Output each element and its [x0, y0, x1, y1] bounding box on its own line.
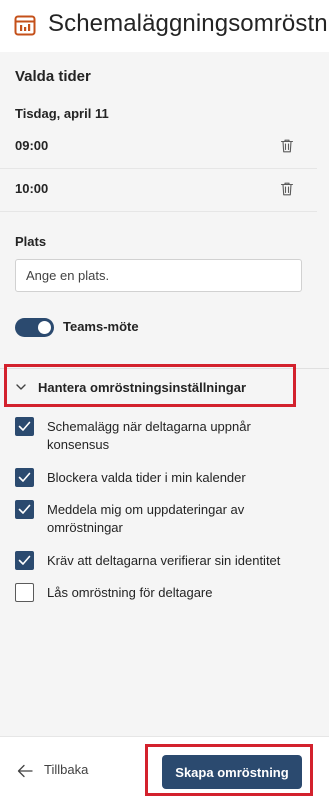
checkbox[interactable] [15, 468, 34, 487]
checkbox-block-calendar[interactable]: Blockera valda tider i min kalender [15, 468, 315, 488]
time-label: 09:00 [15, 138, 49, 153]
checkbox-lock-poll[interactable]: Lås omröstning för deltagare [15, 583, 315, 603]
settings-accordion-header[interactable]: Hantera omröstningsinställningar [6, 370, 295, 405]
trash-icon[interactable] [279, 138, 295, 154]
checkbox-label: Schemalägg när deltagarna uppnår konsens… [47, 419, 251, 452]
teams-meeting-label: Teams-möte [63, 319, 139, 334]
trash-icon[interactable] [279, 181, 295, 197]
create-poll-button[interactable]: Skapa omröstning [162, 755, 302, 789]
checkbox[interactable] [15, 500, 34, 519]
location-label: Plats [15, 234, 47, 249]
chevron-down-icon [16, 384, 26, 390]
poll-form: Valda tider Tisdag, april 11 09:00 10:00… [0, 52, 329, 736]
section-divider [0, 368, 329, 369]
settings-accordion-label: Hantera omröstningsinställningar [38, 380, 247, 395]
checkbox-verify-identity[interactable]: Kräv att deltagarna verifierar sin ident… [15, 551, 315, 571]
checkbox-label: Blockera valda tider i min kalender [47, 470, 246, 485]
poll-calendar-icon [14, 15, 36, 36]
app-title: Schemaläggningsomröstning [48, 10, 329, 37]
checkmark-icon [18, 555, 31, 565]
time-label: 10:00 [15, 181, 49, 196]
checkbox[interactable] [15, 583, 34, 602]
checkmark-icon [18, 472, 31, 482]
checkbox[interactable] [15, 551, 34, 570]
checkbox-schedule-on-consensus[interactable]: Schemalägg när deltagarna uppnår konsens… [15, 417, 315, 453]
checkbox-label: Lås omröstning för deltagare [47, 585, 213, 600]
time-row: 09:00 [0, 126, 317, 168]
checkbox-notify-updates[interactable]: Meddela mig om uppdateringar av omröstni… [15, 500, 315, 536]
date-label: Tisdag, april 11 [15, 106, 109, 121]
header: Schemaläggningsomröstning [0, 0, 329, 52]
selected-times-title: Valda tider [15, 68, 91, 85]
row-divider [0, 211, 317, 212]
arrow-left-icon [17, 764, 33, 778]
back-label: Tillbaka [44, 762, 89, 777]
checkbox-label: Kräv att deltagarna verifierar sin ident… [47, 553, 281, 568]
checkmark-icon [18, 421, 31, 431]
checkbox-label: Meddela mig om uppdateringar av omröstni… [47, 502, 245, 535]
checkmark-icon [18, 504, 31, 514]
footer: Tillbaka Skapa omröstning [0, 736, 329, 800]
location-input[interactable] [15, 259, 302, 292]
time-row: 10:00 [0, 169, 317, 211]
checkbox[interactable] [15, 417, 34, 436]
toggle-knob [38, 321, 51, 334]
teams-meeting-toggle[interactable] [15, 318, 54, 337]
